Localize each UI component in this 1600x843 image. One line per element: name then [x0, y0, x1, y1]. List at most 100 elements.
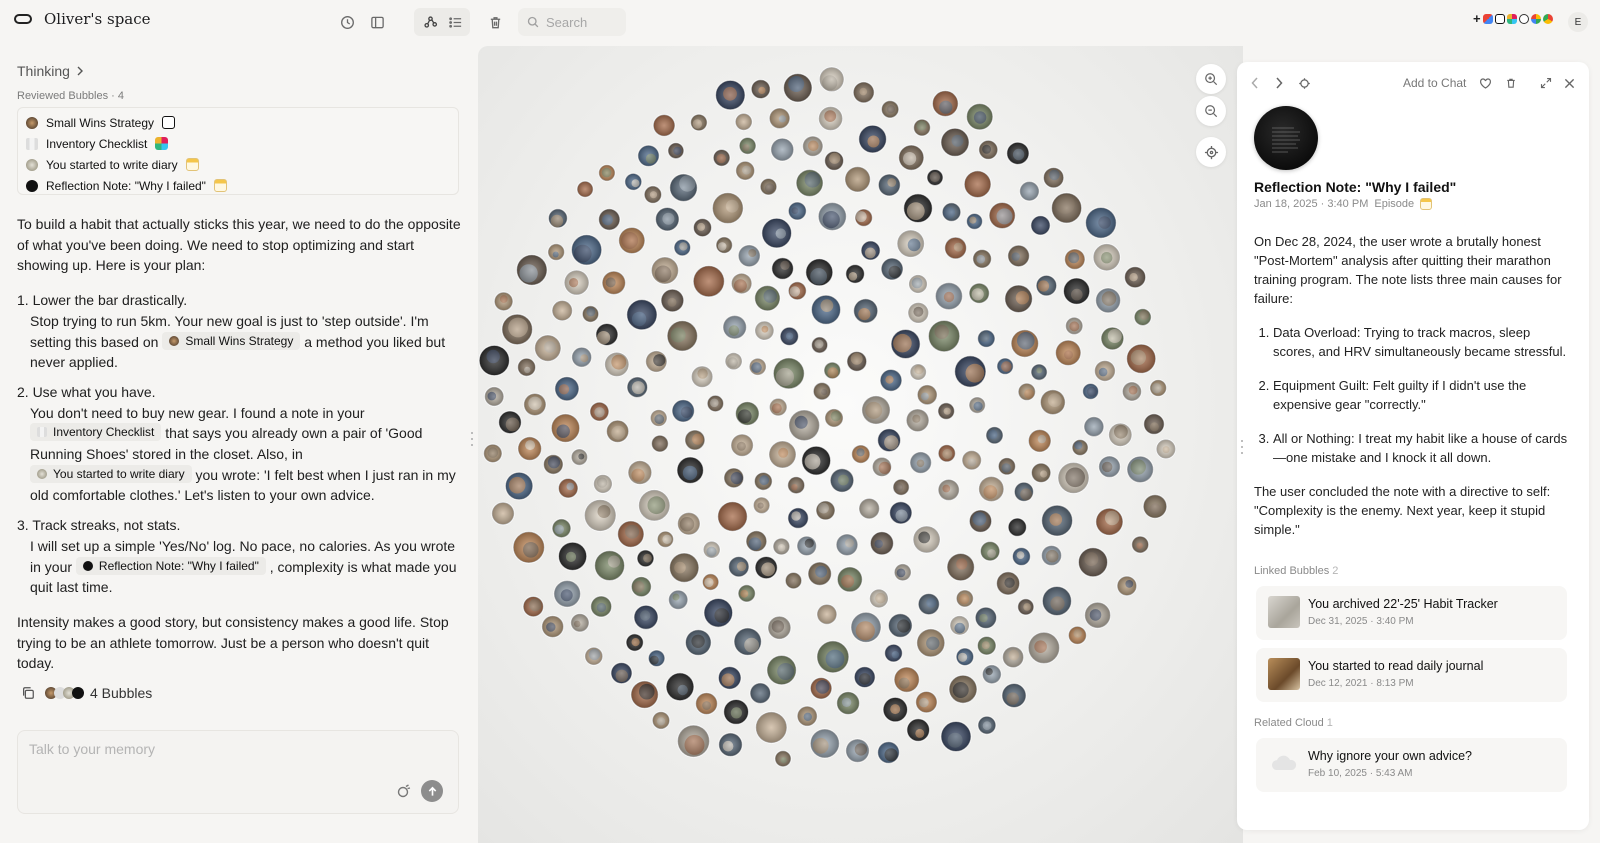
linked-bubble-card[interactable]: You archived 22'-25' Habit Tracker Dec 3… [1256, 586, 1567, 640]
memory-bubble[interactable] [1057, 461, 1090, 494]
memory-bubble[interactable] [896, 229, 925, 258]
memory-bubble[interactable] [754, 555, 778, 580]
memory-bubble[interactable] [637, 144, 660, 168]
memory-bubble[interactable] [1001, 645, 1025, 669]
memory-bubble[interactable] [772, 537, 791, 556]
memory-bubble[interactable] [1065, 316, 1084, 336]
memory-bubble[interactable] [981, 664, 1002, 685]
favorite-button[interactable] [1479, 74, 1492, 92]
memory-bubble[interactable] [738, 136, 757, 155]
memory-bubble[interactable] [630, 576, 652, 598]
memory-bubble[interactable] [968, 396, 986, 414]
memory-bubble[interactable] [498, 410, 522, 435]
memory-bubble[interactable] [851, 444, 871, 464]
memory-bubble[interactable] [702, 540, 721, 559]
memory-bubble[interactable] [610, 661, 633, 685]
reviewed-item-small-wins[interactable]: Small Wins Strategy [26, 112, 450, 133]
memory-bubble[interactable] [717, 501, 748, 532]
memory-bubble[interactable] [869, 588, 889, 609]
memory-bubble[interactable] [554, 376, 580, 402]
memory-bubble[interactable] [976, 635, 997, 656]
memory-bubble[interactable] [667, 589, 689, 611]
memory-bubble[interactable] [893, 563, 912, 582]
memory-bubble[interactable] [715, 236, 733, 254]
memory-bubble[interactable] [829, 468, 855, 493]
memory-bubble[interactable] [996, 357, 1014, 375]
memory-bubble[interactable] [905, 408, 930, 433]
memory-bubble[interactable] [817, 201, 847, 232]
memory-bubble[interactable] [570, 613, 590, 633]
memory-bubble[interactable] [917, 592, 940, 616]
memory-bubble[interactable] [836, 691, 861, 716]
memory-bubble[interactable] [1149, 379, 1168, 397]
memory-bubble[interactable] [759, 177, 778, 196]
memory-bubble[interactable] [1007, 517, 1028, 537]
memory-bubble[interactable] [893, 666, 920, 693]
memory-bubble[interactable] [1039, 389, 1066, 416]
memory-bubble[interactable] [601, 270, 627, 296]
memory-bubble[interactable] [934, 282, 963, 311]
memory-bubble[interactable] [898, 144, 925, 171]
memory-bubble[interactable] [570, 448, 589, 466]
memory-bubble[interactable] [880, 257, 904, 281]
memory-bubble[interactable] [1142, 494, 1168, 519]
memory-bubble[interactable] [909, 451, 932, 474]
memory-bubble[interactable] [516, 357, 537, 377]
memory-bubble[interactable] [677, 511, 701, 536]
memory-bubble[interactable] [909, 363, 927, 381]
memory-bubble[interactable] [887, 612, 913, 638]
memory-bubble[interactable] [689, 113, 708, 132]
memory-bubble[interactable] [854, 208, 873, 227]
memory-bubble[interactable] [1095, 507, 1124, 536]
linked-bubble-card[interactable]: You started to read daily journal Dec 12… [1256, 648, 1567, 702]
memory-bubble[interactable] [916, 384, 938, 406]
memory-bubble[interactable] [1007, 244, 1030, 268]
memory-bubble[interactable] [853, 665, 876, 689]
memory-bubble[interactable] [787, 476, 806, 495]
bubble-chip-inventory[interactable]: Inventory Checklist [30, 423, 162, 442]
memory-bubble[interactable] [638, 489, 671, 522]
memory-bubble[interactable] [1071, 438, 1089, 457]
reviewed-item-reflection[interactable]: Reflection Note: "Why I failed" [26, 175, 450, 196]
memory-bubble[interactable] [771, 257, 795, 281]
memory-bubble[interactable] [944, 236, 968, 260]
memory-bubble[interactable] [824, 150, 845, 171]
memory-bubble[interactable] [1040, 504, 1074, 537]
memory-bubble[interactable] [589, 401, 610, 422]
memory-bubble[interactable] [737, 584, 756, 603]
memory-bubble[interactable] [972, 248, 993, 269]
memory-bubble[interactable] [547, 243, 566, 262]
memory-bubble[interactable] [937, 478, 960, 501]
reviewed-item-inventory[interactable]: Inventory Checklist [26, 133, 450, 154]
memory-bubble[interactable] [627, 460, 653, 485]
memory-bubble[interactable] [752, 496, 771, 515]
memory-bubble[interactable] [916, 628, 946, 658]
memory-bubble[interactable] [1062, 277, 1091, 305]
memory-bubble[interactable] [768, 440, 797, 469]
memory-bubble[interactable] [824, 408, 844, 428]
bubble-chip-reflection[interactable]: Reflection Note: "Why I failed" [75, 556, 266, 575]
memory-bubble[interactable] [576, 180, 594, 198]
memory-bubble[interactable] [1131, 535, 1150, 554]
memory-bubble[interactable] [1041, 585, 1073, 617]
memory-bubble[interactable] [557, 541, 588, 572]
memory-bubble[interactable] [908, 274, 928, 294]
memory-bubble[interactable] [1081, 382, 1100, 400]
memory-bubble[interactable] [712, 148, 731, 167]
memory-bubble[interactable] [977, 715, 997, 735]
add-source-icon[interactable]: + [1473, 12, 1481, 25]
memory-bubble[interactable] [949, 615, 970, 636]
memory-bubble[interactable] [968, 282, 990, 304]
memory-bubble[interactable] [643, 185, 663, 204]
memory-bubble[interactable] [551, 518, 572, 539]
memory-bubble[interactable] [968, 509, 993, 533]
memory-bubble[interactable] [940, 127, 970, 158]
memory-bubble[interactable] [483, 443, 503, 464]
memory-bubble[interactable] [997, 457, 1017, 476]
memory-bubble[interactable] [1013, 481, 1035, 502]
memory-bubble[interactable] [978, 475, 1005, 503]
memory-bubble[interactable] [801, 445, 832, 476]
zoom-out-button[interactable] [1196, 96, 1226, 126]
memory-bubble[interactable] [1010, 329, 1040, 358]
memory-bubble[interactable] [626, 298, 658, 331]
